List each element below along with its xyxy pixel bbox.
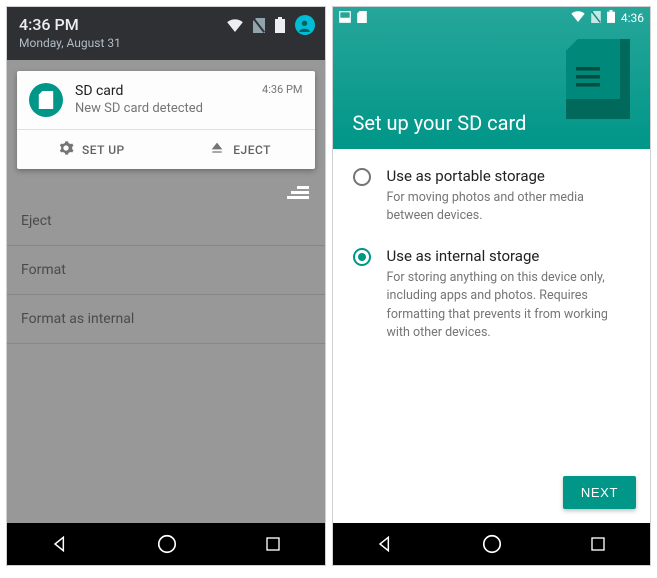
phone-right: 4:36 Set up your SD card Use as portable…	[332, 6, 652, 566]
nav-back-icon[interactable]	[50, 534, 70, 554]
eject-icon	[209, 140, 225, 159]
nav-bar	[7, 523, 325, 565]
option-description: For storing anything on this device only…	[387, 269, 631, 342]
sdcard-notification[interactable]: SD card New SD card detected 4:36 PM SET…	[17, 71, 315, 169]
status-time: 4:36	[621, 11, 644, 25]
status-bar: 4:36	[333, 7, 651, 29]
footer-bar: NEXT	[333, 476, 651, 523]
setup-header: 4:36 Set up your SD card	[333, 7, 651, 149]
nav-recent-icon[interactable]	[264, 535, 282, 553]
battery-icon	[607, 10, 615, 26]
radio-unchecked-icon[interactable]	[353, 168, 371, 186]
eject-label: EJECT	[233, 143, 271, 157]
nav-bar	[333, 523, 651, 565]
setup-button[interactable]: SET UP	[17, 130, 166, 169]
option-description: For moving photos and other media betwee…	[387, 189, 631, 225]
gear-icon	[58, 140, 74, 159]
nav-back-icon[interactable]	[375, 534, 395, 554]
option-title: Use as internal storage	[387, 247, 631, 265]
phone-left: Eject Format Format as internal 4:36 PM …	[6, 6, 326, 566]
wifi-icon	[571, 11, 585, 25]
setup-label: SET UP	[82, 143, 125, 157]
radio-checked-icon[interactable]	[353, 248, 371, 266]
wifi-icon	[227, 19, 243, 32]
status-date: Monday, August 31	[19, 36, 315, 50]
nav-home-icon[interactable]	[156, 533, 178, 555]
screenshot-icon	[339, 11, 351, 26]
sdcard-illustration-icon	[566, 39, 630, 119]
notification-time: 4:36 PM	[262, 83, 302, 117]
option-title: Use as portable storage	[387, 167, 631, 185]
sdcard-small-icon	[357, 11, 367, 26]
nav-home-icon[interactable]	[481, 533, 503, 555]
option-internal-storage[interactable]: Use as internal storage For storing anyt…	[353, 247, 631, 342]
quicksettings-header: 4:36 PM Monday, August 31	[7, 7, 325, 60]
battery-icon	[275, 17, 285, 33]
option-portable-storage[interactable]: Use as portable storage For moving photo…	[353, 167, 631, 225]
no-sim-icon	[591, 11, 601, 26]
notification-title: SD card	[75, 83, 250, 99]
next-button[interactable]: NEXT	[563, 476, 636, 509]
options-list: Use as portable storage For moving photo…	[333, 149, 651, 476]
nav-recent-icon[interactable]	[589, 535, 607, 553]
no-sim-icon	[253, 18, 265, 33]
eject-button[interactable]: EJECT	[166, 130, 315, 169]
shade-handle-icon[interactable]	[287, 185, 309, 204]
notification-subtitle: New SD card detected	[75, 101, 250, 116]
sdcard-icon	[29, 83, 63, 117]
user-avatar-icon[interactable]	[295, 15, 315, 35]
